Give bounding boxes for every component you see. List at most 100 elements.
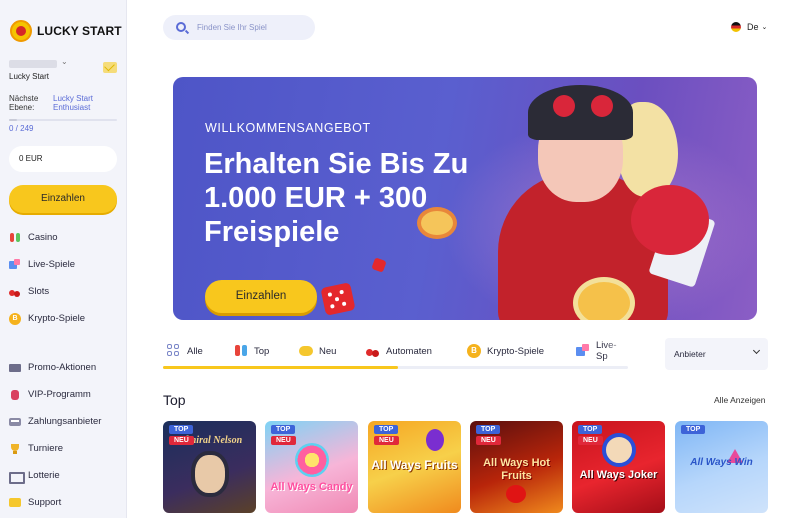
game-tile-all-ways-hot-fruits[interactable]: All Ways Hot Fruits TOP NEU xyxy=(470,421,563,513)
sidebar-item-label: Casino xyxy=(28,232,58,243)
game-tile-all-ways-joker[interactable]: All Ways Joker TOP NEU xyxy=(572,421,665,513)
helmet-eye-left xyxy=(553,95,575,117)
sidebar-item-slots[interactable]: Slots xyxy=(9,278,119,305)
game-tile-admiral-nelson[interactable]: Admiral Nelson TOP NEU xyxy=(163,421,256,513)
mail-icon[interactable] xyxy=(103,62,117,73)
chevron-down-icon: ⌄ xyxy=(61,57,68,66)
admiral-portrait xyxy=(191,451,229,497)
grid-cell xyxy=(174,344,179,349)
top-badge: TOP xyxy=(169,425,194,434)
user-id-redacted xyxy=(9,60,57,68)
grid-cell xyxy=(174,351,179,356)
trophy-icon xyxy=(9,443,21,455)
language-selector[interactable]: De ⌄ xyxy=(731,22,767,32)
games-nav: Casino Live-Spiele Slots Krypto-Spiele xyxy=(9,224,119,332)
tab-slots[interactable]: Automaten xyxy=(366,338,432,364)
game-title: All Ways Hot Fruits xyxy=(483,457,550,482)
sidebar-item-label: Live-Spiele xyxy=(28,259,75,270)
sidebar-item-label: Krypto-Spiele xyxy=(28,313,86,324)
sidebar-item-label: Zahlungsanbieter xyxy=(28,416,102,427)
new-badge: NEU xyxy=(476,436,501,445)
promo-icon xyxy=(9,362,21,374)
sidebar-item-tournaments[interactable]: Turniere xyxy=(9,435,119,462)
sidebar-item-crypto-games[interactable]: Krypto-Spiele xyxy=(9,305,119,332)
sidebar-item-label: Slots xyxy=(28,286,50,297)
new-badge: NEU xyxy=(578,436,603,445)
deposit-button[interactable]: Einzahlen xyxy=(9,185,117,213)
game-tile-all-ways-candy[interactable]: All Ways Candy TOP NEU xyxy=(265,421,358,513)
tab-top[interactable]: Top xyxy=(234,338,269,364)
game-title: All Ways Fruits xyxy=(371,458,458,472)
casino-icon xyxy=(9,232,21,244)
new-icon xyxy=(299,344,313,358)
welcome-banner[interactable]: WILLKOMMENSANGEBOT Erhalten Sie Bis Zu 1… xyxy=(173,77,757,320)
tab-label: Alle xyxy=(187,345,203,357)
sidebar-item-label: Lotterie xyxy=(28,470,60,481)
search-bar[interactable] xyxy=(163,15,315,40)
banner-title: Erhalten Sie Bis Zu 1.000 EUR + 300 Frei… xyxy=(204,148,469,248)
bitcoin-icon xyxy=(467,344,481,358)
grid-icon xyxy=(167,344,181,358)
crypto-icon xyxy=(9,312,21,325)
sidebar-item-lottery[interactable]: Lotterie xyxy=(9,462,119,489)
sidebar-item-vip[interactable]: VIP-Programm xyxy=(9,381,119,408)
top-badge: TOP xyxy=(578,425,603,434)
sidebar-item-promotions[interactable]: Promo-Aktionen xyxy=(9,354,119,381)
grape-icon xyxy=(426,429,444,451)
tab-crypto[interactable]: Krypto-Spiele xyxy=(467,338,544,364)
more-nav: Promo-Aktionen VIP-Programm Zahlungsanbi… xyxy=(9,354,119,516)
see-all-link[interactable]: Alle Anzeigen xyxy=(714,395,766,405)
tabs-scroll-fade xyxy=(603,338,633,366)
cherry-icon xyxy=(506,485,526,503)
next-level-value[interactable]: Lucky Start Enthusiast xyxy=(53,94,117,112)
level-progress-text: 0 / 249 xyxy=(9,124,34,133)
dice-icon xyxy=(320,282,356,316)
provider-select-label: Anbieter xyxy=(674,349,706,359)
live-games-icon xyxy=(576,344,590,358)
chevron-down-icon: ⌄ xyxy=(761,24,768,31)
user-name: Lucky Start xyxy=(9,72,50,81)
level-progress-bar xyxy=(9,119,117,121)
game-tile-all-ways-win[interactable]: All Ways Win TOP xyxy=(675,421,768,513)
ladybug-shoulder xyxy=(631,185,709,255)
sidebar-item-payments[interactable]: Zahlungsanbieter xyxy=(9,408,119,435)
cherry-icon xyxy=(366,344,380,358)
sidebar-item-label: Promo-Aktionen xyxy=(28,362,97,373)
sidebar-item-live-games[interactable]: Live-Spiele xyxy=(9,251,119,278)
banner-kicker: WILLKOMMENSANGEBOT xyxy=(205,121,371,135)
game-tile-all-ways-fruits[interactable]: All Ways Fruits TOP NEU xyxy=(368,421,461,513)
grid-cell xyxy=(167,344,172,349)
jester-icon xyxy=(602,433,636,467)
user-menu[interactable]: ⌄ Lucky Start xyxy=(9,57,117,86)
tab-new[interactable]: Neu xyxy=(299,338,336,364)
new-badge: NEU xyxy=(374,436,399,445)
top-icon xyxy=(234,344,248,358)
sidebar-item-label: VIP-Programm xyxy=(28,389,91,400)
provider-select[interactable]: Anbieter xyxy=(665,338,768,370)
lottery-icon xyxy=(9,470,25,484)
sidebar-item-support[interactable]: Support xyxy=(9,489,119,516)
new-badge: NEU xyxy=(169,436,194,445)
sidebar-item-casino[interactable]: Casino xyxy=(9,224,119,251)
category-tabs: Alle Top Neu Automaten Krypto-Spiele Liv… xyxy=(163,338,633,370)
next-level-label: Nächste Ebene: xyxy=(9,94,39,112)
payment-icon xyxy=(9,416,21,428)
sidebar-item-label: Turniere xyxy=(28,443,64,454)
casino-app: LUCKY START ⌄ Lucky Start Nächste Ebene:… xyxy=(0,0,800,518)
tab-all[interactable]: Alle xyxy=(167,338,203,364)
banner-deposit-button[interactable]: Einzahlen xyxy=(205,280,317,313)
section-title: Top xyxy=(163,392,186,408)
top-badge: TOP xyxy=(681,425,706,434)
search-input[interactable] xyxy=(197,15,309,40)
top-badge: TOP xyxy=(476,425,501,434)
balance-value: 0 EUR xyxy=(19,154,43,163)
tab-label: Krypto-Spiele xyxy=(487,345,545,357)
sidebar-item-label: Support xyxy=(28,497,62,508)
sidebar: LUCKY START ⌄ Lucky Start Nächste Ebene:… xyxy=(0,0,127,518)
vip-icon xyxy=(9,389,21,401)
helmet-eye-right xyxy=(591,95,613,117)
balance-field[interactable]: 0 EUR xyxy=(9,146,117,172)
top-badge: TOP xyxy=(271,425,296,434)
top-badge: TOP xyxy=(374,425,399,434)
brand-logo[interactable]: LUCKY START xyxy=(10,20,122,42)
